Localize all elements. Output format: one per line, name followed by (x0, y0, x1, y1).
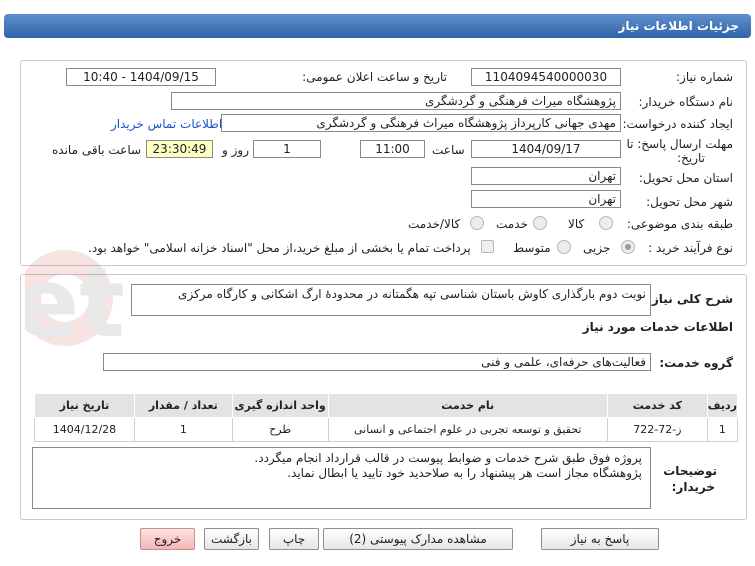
days-field: 1 (253, 140, 321, 158)
process-option-minor: جزیی (583, 241, 611, 255)
service-group-field: فعالیت‌های حرفه‌ای، علمی و فنی (103, 353, 651, 371)
deadline-time-field: 11:00 (360, 140, 425, 158)
col-service-code: کد خدمت (606, 393, 708, 418)
category-radio-service[interactable] (533, 216, 547, 230)
table-row: 1 ز-72-722 تحقیق و توسعه تجربی در علوم ا… (34, 417, 739, 442)
general-desc-field: نوبت دوم بارگذاری کاوش باستان شناسی تپه … (131, 284, 651, 316)
category-radio-both[interactable] (470, 216, 484, 230)
deadline-date-field: 1404/09/17 (471, 140, 621, 158)
back-button[interactable]: بازگشت (204, 528, 259, 550)
request-info-panel (20, 60, 747, 266)
process-option-medium: متوسط (513, 241, 551, 255)
attachments-button[interactable]: مشاهده مدارک پیوستی (2) (323, 528, 513, 550)
buyer-contact-link[interactable]: اطلاعات تماس خریدار (111, 117, 222, 131)
province-field: تهران (471, 167, 621, 185)
treasury-note: پرداخت تمام یا بخشی از مبلغ خرید،از محل … (88, 241, 471, 255)
days-label: روز و (222, 143, 249, 157)
col-service-name: نام خدمت (327, 393, 608, 418)
buyer-notes-line-2: پژوهشگاه مجاز است هر پیشنهاد را به صلاحد… (287, 466, 642, 480)
city-field: تهران (471, 190, 621, 208)
need-number-field: 1104094540000030 (471, 68, 621, 86)
reply-button[interactable]: پاسخ به نیاز (541, 528, 659, 550)
process-type-label: نوع فرآیند خرید : (648, 241, 733, 255)
cell-row-number: 1 (706, 417, 739, 442)
print-button[interactable]: چاپ (269, 528, 319, 550)
category-radio-goods[interactable] (599, 216, 613, 230)
buyer-org-label: نام دستگاه خریدار: (638, 95, 734, 109)
category-option-goods: کالا (568, 217, 585, 231)
category-label: طبقه بندی موضوعی: (626, 217, 733, 231)
category-option-service: خدمت (496, 217, 528, 231)
deadline-label: مهلت ارسال پاسخ: تا (626, 137, 733, 151)
buyer-notes-line-1: پروژه فوق طبق شرح خدمات و ضوابط پیوست در… (254, 451, 642, 465)
announce-datetime-field: 1404/09/15 - 10:40 (66, 68, 216, 86)
buyer-org-field: پژوهشگاه میراث فرهنگی و گردشگری (171, 92, 621, 110)
buyer-notes-label: توضیحات (663, 464, 717, 478)
remaining-time-field: 23:30:49 (146, 140, 213, 158)
city-label: شهر محل تحویل: (646, 195, 733, 209)
services-heading: اطلاعات خدمات مورد نیاز (582, 320, 733, 334)
general-desc-label: شرح کلی نیاز: (647, 292, 733, 306)
cell-unit: طرح (231, 417, 329, 442)
page-title: جزئیات اطلاعات نیاز (4, 14, 751, 38)
cell-need-date: 1404/12/28 (34, 417, 135, 442)
col-quantity: تعداد / مقدار (133, 393, 233, 418)
treasury-checkbox[interactable] (481, 240, 494, 253)
table-header-row: ردیف کد خدمت نام خدمت واحد اندازه گیری ت… (34, 393, 739, 418)
deadline-time-label: ساعت (432, 143, 465, 157)
buyer-notes-field: پروژه فوق طبق شرح خدمات و ضوابط پیوست در… (32, 447, 651, 509)
requester-label: ایجاد کننده درخواست: (622, 117, 733, 131)
requester-field: مهدی جهانی کارپرداز پژوهشگاه میراث فرهنگ… (221, 114, 621, 132)
buyer-notes-label-2: خریدار: (671, 480, 715, 494)
cell-service-code: ز-72-722 (606, 417, 708, 442)
category-option-both: کالا/خدمت (408, 217, 461, 231)
cell-quantity: 1 (133, 417, 233, 442)
province-label: استان محل تحویل: (638, 171, 733, 185)
service-group-label: گروه خدمت: (659, 356, 733, 370)
services-table: ردیف کد خدمت نام خدمت واحد اندازه گیری ت… (34, 393, 739, 442)
col-unit: واحد اندازه گیری (231, 393, 329, 418)
col-need-date: تاریخ نیاز (34, 393, 135, 418)
deadline-label-date: تاریخ: (677, 151, 705, 165)
process-radio-medium[interactable] (557, 240, 571, 254)
cell-service-name: تحقیق و توسعه تجربی در علوم اجتماعی و ان… (327, 417, 608, 442)
remaining-label: ساعت باقی مانده (52, 143, 142, 157)
announce-datetime-label: تاریخ و ساعت اعلان عمومی: (302, 70, 447, 84)
exit-button[interactable]: خروج (140, 528, 195, 550)
need-number-label: شماره نیاز: (676, 70, 733, 84)
col-row-number: ردیف (706, 393, 739, 418)
process-radio-minor[interactable] (621, 240, 635, 254)
